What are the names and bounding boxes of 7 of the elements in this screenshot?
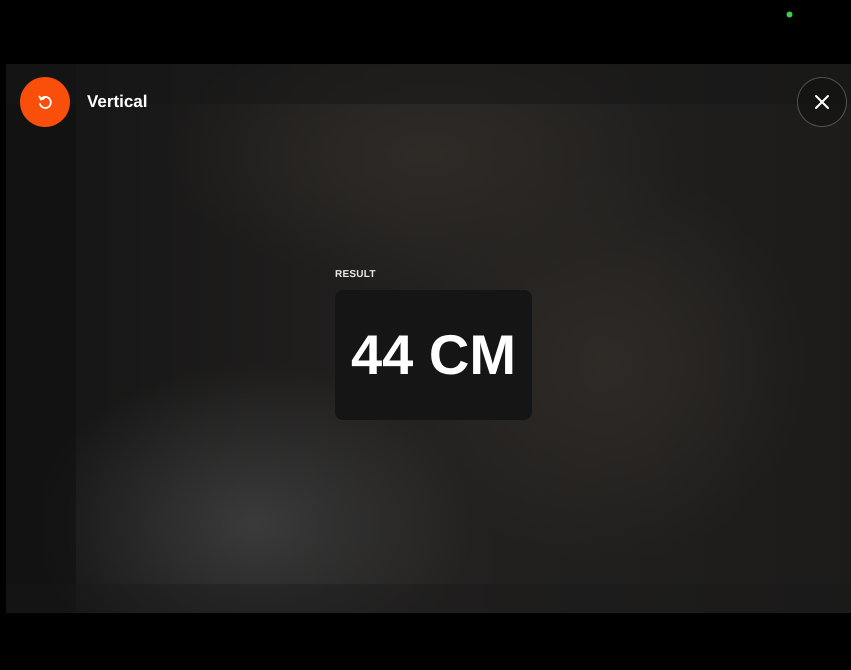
status-dot-icon (786, 11, 793, 18)
close-button[interactable] (797, 77, 847, 127)
close-icon (814, 94, 830, 110)
result-label: RESULT (335, 268, 376, 282)
undo-icon (37, 94, 53, 110)
mode-label: Vertical (87, 91, 148, 114)
result-value: 44 CM (351, 327, 516, 383)
